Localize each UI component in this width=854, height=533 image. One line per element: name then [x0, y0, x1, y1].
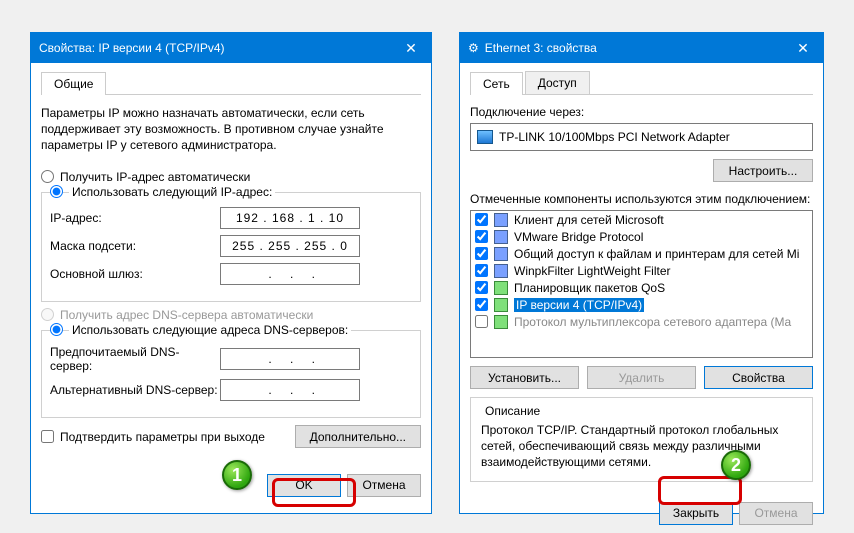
- component-item[interactable]: Протокол мультиплексора сетевого адаптер…: [471, 313, 813, 330]
- close-icon[interactable]: ✕: [783, 33, 823, 63]
- dns1-label: Предпочитаемый DNS-сервер:: [50, 345, 220, 373]
- window-title: Ethernet 3: свойства: [485, 41, 783, 55]
- adapter-name: TP-LINK 10/100Mbps PCI Network Adapter: [499, 130, 730, 144]
- component-item[interactable]: Планировщик пакетов QoS: [471, 279, 813, 296]
- titlebar: ⚙ Ethernet 3: свойства ✕: [460, 33, 823, 63]
- component-label: IP версии 4 (TCP/IPv4): [514, 298, 644, 312]
- confirm-checkbox[interactable]: [41, 430, 54, 443]
- properties-button[interactable]: Свойства: [704, 366, 813, 389]
- ipv4-properties-window: Свойства: IP версии 4 (TCP/IPv4) ✕ Общие…: [30, 32, 432, 514]
- mask-input[interactable]: 255 . 255 . 255 . 0: [220, 235, 360, 257]
- component-label: VMware Bridge Protocol: [514, 230, 643, 244]
- radio-dns-auto-input: [41, 308, 54, 321]
- adapter-box: TP-LINK 10/100Mbps PCI Network Adapter: [470, 123, 813, 151]
- component-item[interactable]: VMware Bridge Protocol: [471, 228, 813, 245]
- step-marker-1: 1: [222, 460, 252, 490]
- component-item[interactable]: Общий доступ к файлам и принтерам для се…: [471, 245, 813, 262]
- component-label: Протокол мультиплексора сетевого адаптер…: [514, 315, 791, 329]
- ok-button[interactable]: OK: [267, 474, 341, 497]
- remove-button: Удалить: [587, 366, 696, 389]
- connection-label: Подключение через:: [470, 105, 813, 119]
- tab-access[interactable]: Доступ: [525, 71, 590, 94]
- dns1-input[interactable]: . . .: [220, 348, 360, 370]
- component-icon: [494, 281, 508, 295]
- close-button[interactable]: Закрыть: [659, 502, 733, 525]
- ethernet-icon: ⚙: [468, 41, 479, 55]
- radio-dns-auto: Получить адрес DNS-сервера автоматически: [41, 308, 421, 322]
- component-item[interactable]: IP версии 4 (TCP/IPv4): [471, 296, 813, 313]
- mask-label: Маска подсети:: [50, 239, 220, 253]
- component-icon: [494, 247, 508, 261]
- tab-general[interactable]: Общие: [41, 72, 106, 95]
- titlebar: Свойства: IP версии 4 (TCP/IPv4) ✕: [31, 33, 431, 63]
- component-icon: [494, 315, 508, 329]
- components-label: Отмеченные компоненты используются этим …: [470, 192, 813, 206]
- configure-button[interactable]: Настроить...: [713, 159, 813, 182]
- tabs: Сеть Доступ: [470, 71, 813, 95]
- component-checkbox[interactable]: [475, 213, 488, 226]
- cancel-button[interactable]: Отмена: [347, 474, 421, 497]
- nic-icon: [477, 130, 493, 144]
- description-group: Описание Протокол TCP/IP. Стандартный пр…: [470, 397, 813, 482]
- component-label: Планировщик пакетов QoS: [514, 281, 665, 295]
- ethernet-properties-window: ⚙ Ethernet 3: свойства ✕ Сеть Доступ Под…: [459, 32, 824, 514]
- component-item[interactable]: Клиент для сетей Microsoft: [471, 211, 813, 228]
- dns2-input[interactable]: . . .: [220, 379, 360, 401]
- component-label: WinpkFilter LightWeight Filter: [514, 264, 671, 278]
- radio-dns-manual[interactable]: Использовать следующие адреса DNS-сервер…: [50, 323, 412, 339]
- component-checkbox[interactable]: [475, 315, 488, 328]
- component-checkbox[interactable]: [475, 247, 488, 260]
- radio-ip-auto[interactable]: Получить IP-адрес автоматически: [41, 170, 421, 184]
- close-icon[interactable]: ✕: [391, 33, 431, 63]
- component-label: Клиент для сетей Microsoft: [514, 213, 664, 227]
- description-title: Описание: [481, 404, 544, 418]
- component-label: Общий доступ к файлам и принтерам для се…: [514, 247, 799, 261]
- component-checkbox[interactable]: [475, 230, 488, 243]
- component-item[interactable]: WinpkFilter LightWeight Filter: [471, 262, 813, 279]
- component-checkbox[interactable]: [475, 298, 488, 311]
- gateway-input[interactable]: . . .: [220, 263, 360, 285]
- ip-label: IP-адрес:: [50, 211, 220, 225]
- component-icon: [494, 230, 508, 244]
- component-checkbox[interactable]: [475, 264, 488, 277]
- install-button[interactable]: Установить...: [470, 366, 579, 389]
- description-text: Протокол TCP/IP. Стандартный протокол гл…: [481, 422, 802, 471]
- dns2-label: Альтернативный DNS-сервер:: [50, 383, 220, 397]
- radio-ip-manual[interactable]: Использовать следующий IP-адрес:: [50, 185, 412, 201]
- confirm-on-exit[interactable]: Подтвердить параметры при выходе: [41, 430, 265, 444]
- component-icon: [494, 264, 508, 278]
- radio-dns-manual-input[interactable]: [50, 323, 63, 336]
- advanced-button[interactable]: Дополнительно...: [295, 425, 421, 448]
- tabs: Общие: [41, 71, 421, 95]
- step-marker-2: 2: [721, 450, 751, 480]
- components-list[interactable]: Клиент для сетей Microsoft VMware Bridge …: [470, 210, 813, 358]
- ip-input[interactable]: 192 . 168 . 1 . 10: [220, 207, 360, 229]
- tab-network[interactable]: Сеть: [470, 72, 523, 95]
- window-title: Свойства: IP версии 4 (TCP/IPv4): [39, 41, 391, 55]
- gateway-label: Основной шлюз:: [50, 267, 220, 281]
- component-checkbox[interactable]: [475, 281, 488, 294]
- cancel-button: Отмена: [739, 502, 813, 525]
- component-icon: [494, 213, 508, 227]
- component-icon: [494, 298, 508, 312]
- intro-text: Параметры IP можно назначать автоматичес…: [41, 105, 421, 154]
- radio-ip-auto-input[interactable]: [41, 170, 54, 183]
- radio-ip-manual-input[interactable]: [50, 185, 63, 198]
